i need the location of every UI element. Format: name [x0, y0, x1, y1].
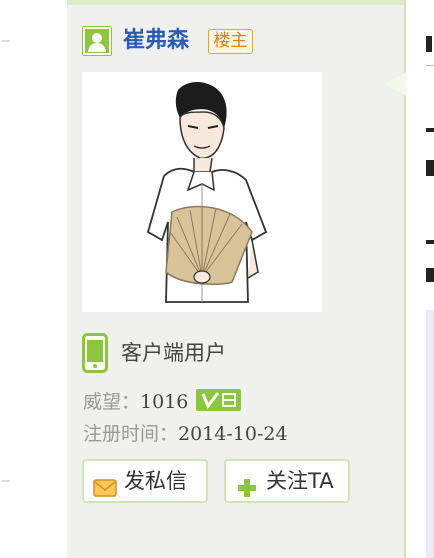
text-fragment	[426, 36, 432, 52]
left-margin	[0, 0, 67, 558]
owner-badge: 楼主	[208, 29, 253, 54]
mail-icon	[93, 471, 117, 497]
content-top-rule	[426, 65, 434, 66]
content-image-edge	[426, 310, 434, 558]
prestige-label: 威望：	[83, 391, 141, 413]
text-fragment	[426, 128, 434, 132]
register-date-row: 注册时间：2014-10-24	[83, 420, 288, 448]
avatar[interactable]	[82, 72, 322, 312]
post-content-edge	[384, 0, 434, 558]
text-fragment	[426, 240, 434, 244]
phone-icon	[82, 333, 108, 373]
sidebar-top-border	[67, 0, 404, 5]
verified-v-icon[interactable]	[196, 389, 242, 411]
prestige-value: 1016	[140, 391, 189, 413]
text-fragment	[426, 268, 434, 282]
register-value: 2014-10-24	[178, 423, 288, 445]
send-message-label: 发私信	[124, 469, 187, 493]
prestige-row: 威望：1016	[83, 388, 242, 416]
follow-button[interactable]: 关注TA	[224, 459, 350, 503]
register-label: 注册时间：	[83, 423, 179, 445]
username-link[interactable]: 崔弗森	[123, 25, 189, 57]
send-message-button[interactable]: 发私信	[82, 459, 208, 503]
user-icon	[82, 26, 112, 56]
margin-mark	[2, 40, 10, 42]
client-user-label: 客户端用户	[121, 341, 226, 365]
plus-icon	[235, 471, 259, 497]
text-fragment	[426, 160, 434, 176]
follow-label: 关注TA	[266, 469, 334, 493]
author-sidebar: 崔弗森 楼主 客户端用户 威望：1016 注册时间：2014-10-24 发私信…	[67, 0, 406, 558]
speech-pointer	[384, 72, 406, 96]
margin-mark	[2, 480, 10, 482]
